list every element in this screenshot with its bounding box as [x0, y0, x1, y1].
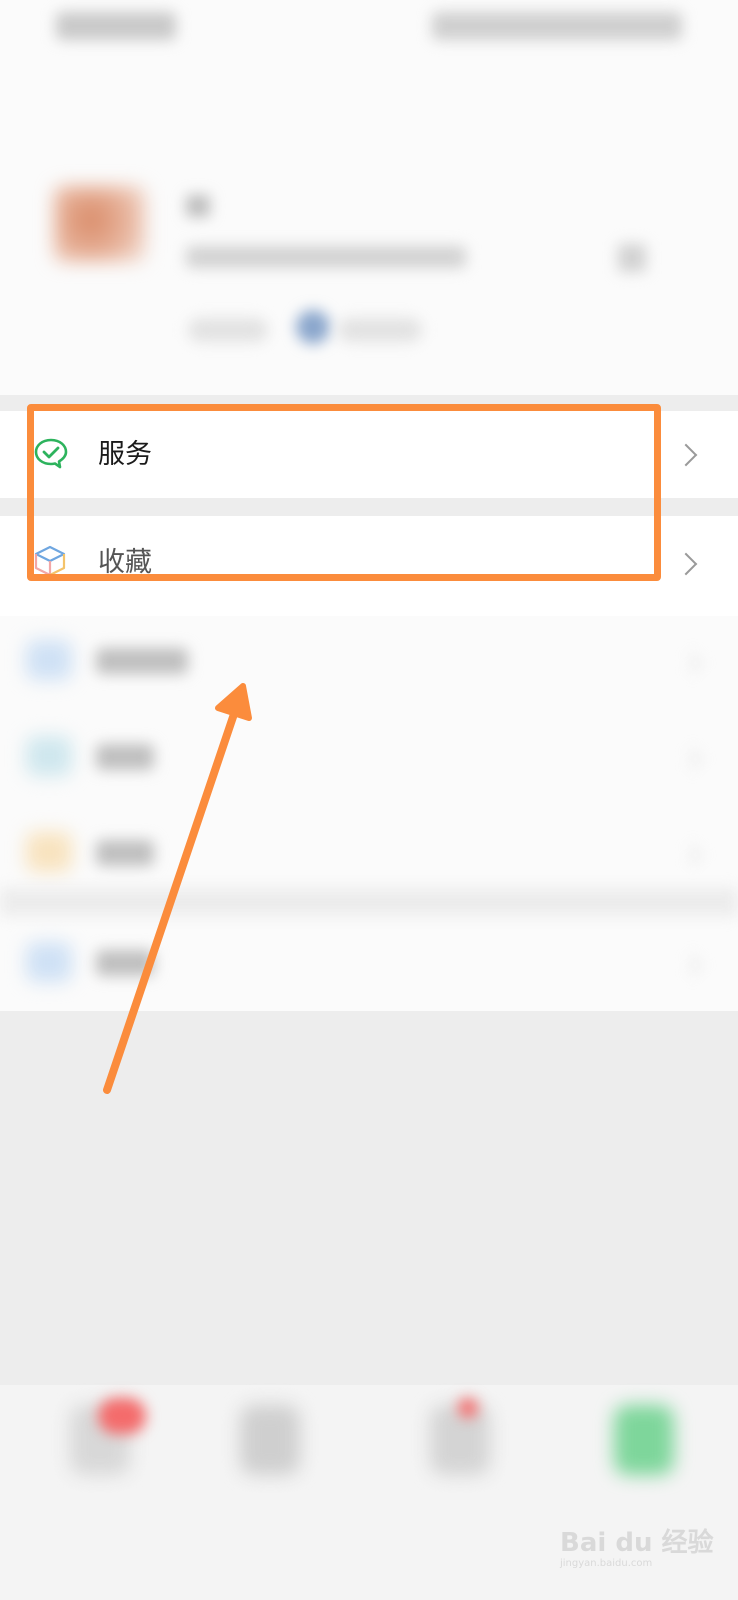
menu-item-label — [96, 744, 154, 770]
section-divider — [0, 888, 738, 916]
chevron-right-icon — [681, 955, 701, 975]
profile-name — [186, 195, 210, 217]
status-chip[interactable] — [338, 318, 422, 342]
watermark-text: Bai du 经验 — [560, 1528, 714, 1558]
menu-item-label — [96, 950, 154, 976]
qr-code-icon[interactable] — [618, 244, 646, 272]
watermark-subtext: jingyan.baidu.com — [560, 1558, 653, 1569]
chevron-right-icon — [674, 552, 698, 576]
baidu-watermark: Bai du 经验 jingyan.baidu.com — [560, 1508, 730, 1569]
chevron-right-icon — [674, 443, 698, 467]
tab-contacts-icon[interactable] — [240, 1405, 300, 1475]
unread-badge — [98, 1398, 146, 1434]
menu-item-label — [96, 648, 188, 674]
moments-icon — [26, 640, 72, 680]
settings-icon — [26, 942, 72, 982]
cards-icon — [26, 736, 72, 776]
tab-discover-icon[interactable] — [430, 1405, 490, 1475]
chevron-right-icon — [681, 845, 701, 865]
tab-me-icon[interactable] — [614, 1405, 674, 1475]
discover-dot-badge — [458, 1398, 478, 1418]
status-bar-time — [56, 12, 176, 40]
annotation-highlight-box — [27, 404, 661, 581]
status-chip[interactable] — [188, 318, 268, 342]
profile-id — [186, 246, 466, 268]
status-bar-indicators — [432, 12, 682, 40]
chevron-right-icon — [681, 749, 701, 769]
menu-item-label — [96, 840, 154, 866]
avatar[interactable] — [54, 186, 146, 262]
profile-header — [0, 0, 738, 395]
emoji-icon — [26, 832, 72, 872]
friend-avatar-icon[interactable] — [296, 310, 330, 344]
chevron-right-icon — [681, 653, 701, 673]
menu-list-blurred — [0, 616, 738, 1011]
